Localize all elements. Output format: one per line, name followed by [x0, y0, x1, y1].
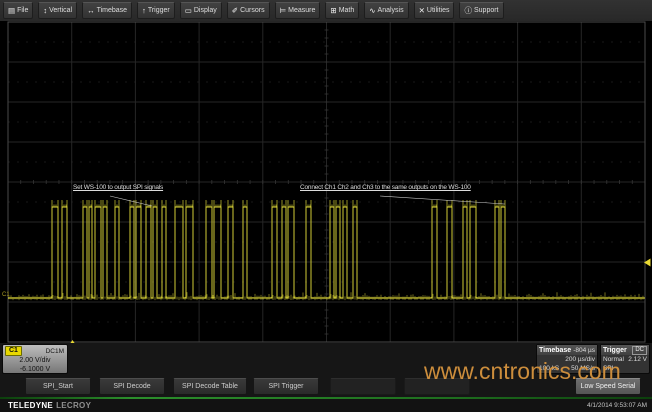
channel-coupling: DC1M	[46, 348, 64, 355]
watermark-text: www.cntronics.com	[424, 358, 621, 385]
brand-teledyne: TELEDYNE	[8, 401, 53, 410]
trace-label-c1: C1	[2, 292, 10, 298]
channel-offset: -6.1000 V	[3, 365, 67, 374]
channel-descriptor-c1[interactable]: C1 DC1M 2.00 V/div -6.1000 V	[2, 344, 68, 374]
trigger-coupling-badge: DC	[632, 346, 647, 355]
timebase-title: Timebase	[539, 347, 571, 354]
annotation-connect-channels: Connect Ch1 Ch2 and Ch3 to the same outp…	[300, 184, 471, 191]
brand-lecroy: LECROY	[56, 401, 91, 410]
annotation-pointer-line-2	[380, 196, 505, 204]
datetime-display: 4/1/2014 9:53:07 AM	[587, 402, 647, 409]
trigger-title: Trigger	[603, 347, 627, 354]
trigger-level: 2.12 V	[628, 356, 647, 363]
channel-badge: C1	[5, 346, 22, 356]
spi-decode-table-button[interactable]: SPI Decode Table	[173, 378, 247, 395]
empty-softkey[interactable]	[330, 378, 396, 395]
brand-logo: TELEDYNELECROY	[8, 401, 91, 410]
channel-scale: 2.00 V/div	[3, 356, 67, 365]
spi-start-button[interactable]: SPI_Start	[25, 378, 91, 395]
timebase-delay: -804 µs	[573, 347, 595, 354]
waveform-overshoot-spikes	[52, 200, 505, 207]
annotation-set-ws100: Set WS-100 to output SPI signals	[73, 184, 163, 191]
status-bar: TELEDYNELECROY 4/1/2014 9:53:07 AM	[0, 399, 652, 412]
spi-trigger-button[interactable]: SPI Trigger	[253, 378, 319, 395]
oscilloscope-app: { "menu": { "items": [ {"icon": "file-ic…	[0, 0, 652, 412]
spi-decode-button[interactable]: SPI Decode	[99, 378, 165, 395]
